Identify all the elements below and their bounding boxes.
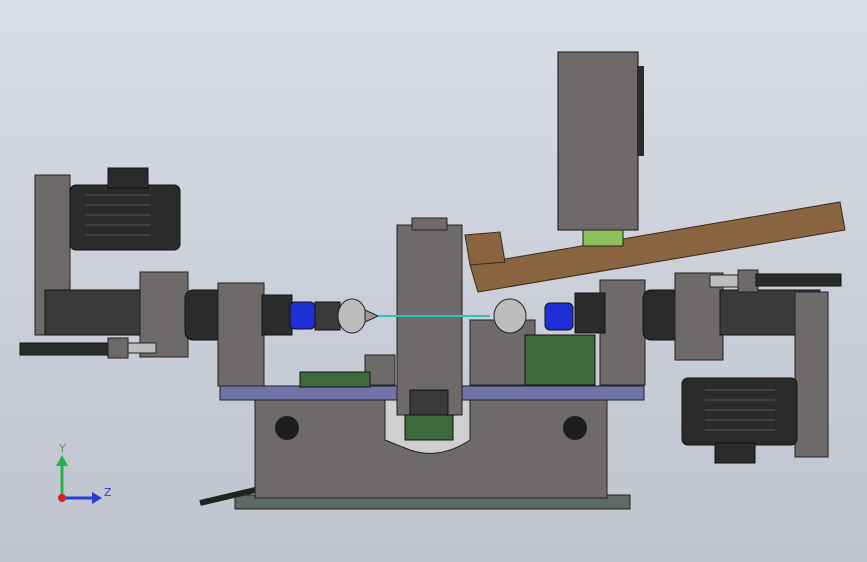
right-motor-terminal-box <box>714 442 756 464</box>
cad-viewport[interactable]: Y Z <box>0 0 867 562</box>
right-motor-housing <box>794 291 829 458</box>
z-axis-label: Z <box>104 486 112 499</box>
left-collet <box>314 301 341 331</box>
left-motor-terminal-box <box>107 167 149 189</box>
left-spindle-support <box>217 282 265 387</box>
right-green-fixture <box>524 334 596 386</box>
left-cylinder-rod <box>127 342 157 354</box>
left-tool-holder <box>337 298 367 334</box>
right-chuck <box>544 302 574 331</box>
right-cylinder-clamp <box>737 269 759 293</box>
right-cylinder <box>755 273 842 287</box>
y-axis-head <box>56 455 68 466</box>
right-cylinder-rod <box>709 274 741 288</box>
base-hole-left <box>275 416 299 440</box>
center-clamp <box>409 389 449 416</box>
right-spindle-nose <box>574 292 606 334</box>
y-axis-label: Y <box>59 442 66 455</box>
right-spindle-support <box>599 279 646 386</box>
coordinate-triad <box>56 455 102 504</box>
center-column-cap <box>411 217 448 231</box>
z-axis-head <box>92 492 102 504</box>
upper-enclosure-handle <box>637 66 644 156</box>
left-drill-tip <box>364 309 380 323</box>
center-fixture-green <box>404 414 454 441</box>
machine-assembly-model[interactable] <box>0 0 867 562</box>
right-motor <box>681 377 798 446</box>
upper-enclosure-neck <box>582 229 624 247</box>
upper-enclosure <box>557 51 639 231</box>
left-chuck <box>289 301 316 330</box>
left-spindle-nose <box>261 294 293 336</box>
right-tool-holder <box>493 298 527 334</box>
left-cylinder <box>19 342 111 356</box>
base-hole-right <box>563 416 587 440</box>
center-column <box>396 224 463 416</box>
triad-origin <box>58 494 66 502</box>
left-cylinder-clamp <box>107 337 129 359</box>
wood-block-small <box>464 231 506 266</box>
left-green-rail <box>299 371 371 388</box>
